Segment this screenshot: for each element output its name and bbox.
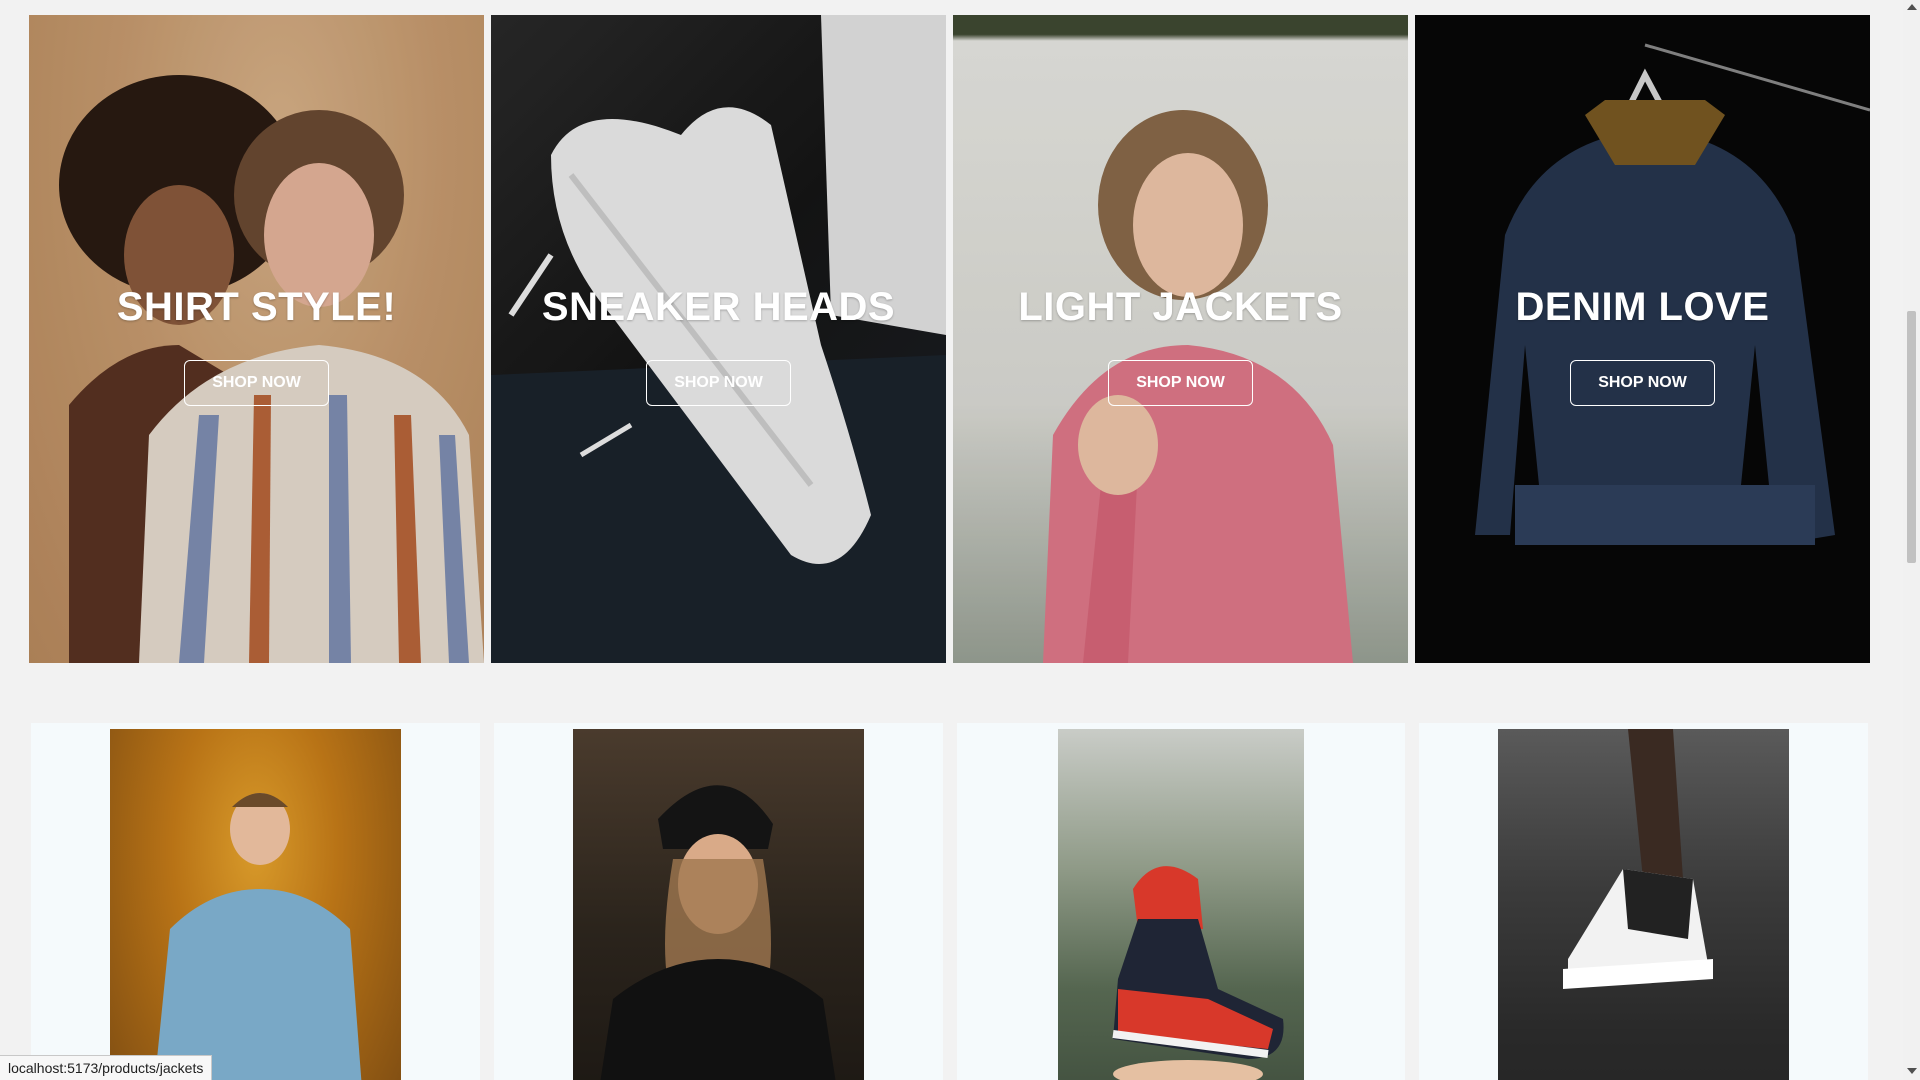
product-card[interactable] [493, 723, 943, 1080]
category-content: LIGHT JACKETS SHOP NOW [953, 285, 1408, 406]
product-card[interactable] [1419, 723, 1868, 1080]
high-top-sneaker-rain-photo[interactable] [1498, 729, 1790, 1080]
category-content: SNEAKER HEADS SHOP NOW [491, 285, 946, 406]
category-banner-row: SHIRT STYLE! SHOP NOW SNEAKER HEADS SHOP… [29, 15, 1870, 663]
category-card-denim-love[interactable]: DENIM LOVE SHOP NOW [1415, 15, 1870, 663]
page-scrollbar[interactable] [1903, 0, 1920, 1080]
product-grid [31, 723, 1868, 1080]
status-bar-url: localhost:5173/products/jackets [0, 1055, 213, 1080]
product-card[interactable] [31, 723, 480, 1080]
woman-beanie-black-tee-photo[interactable] [572, 729, 864, 1080]
shop-now-button[interactable]: SHOP NOW [1570, 360, 1715, 406]
scrollbar-thumb[interactable] [1907, 311, 1916, 563]
man-blue-shirt-autumn-photo[interactable] [109, 729, 401, 1080]
product-card[interactable] [956, 723, 1406, 1080]
category-title: LIGHT JACKETS [1018, 285, 1343, 329]
scroll-up-arrow-icon[interactable] [1907, 4, 1917, 10]
shop-now-button[interactable]: SHOP NOW [646, 360, 791, 406]
category-card-shirt-style[interactable]: SHIRT STYLE! SHOP NOW [29, 15, 484, 663]
category-content: SHIRT STYLE! SHOP NOW [29, 285, 484, 406]
hand-holding-red-sneaker-photo[interactable] [1057, 729, 1304, 1080]
category-title: DENIM LOVE [1515, 285, 1770, 329]
category-content: DENIM LOVE SHOP NOW [1415, 285, 1870, 406]
category-title: SNEAKER HEADS [541, 285, 896, 329]
category-card-light-jackets[interactable]: LIGHT JACKETS SHOP NOW [953, 15, 1408, 663]
category-card-sneaker-heads[interactable]: SNEAKER HEADS SHOP NOW [491, 15, 946, 663]
category-title: SHIRT STYLE! [116, 285, 397, 329]
shop-now-button[interactable]: SHOP NOW [184, 360, 329, 406]
shop-now-button[interactable]: SHOP NOW [1108, 360, 1253, 406]
scroll-down-arrow-icon[interactable] [1907, 1068, 1917, 1074]
